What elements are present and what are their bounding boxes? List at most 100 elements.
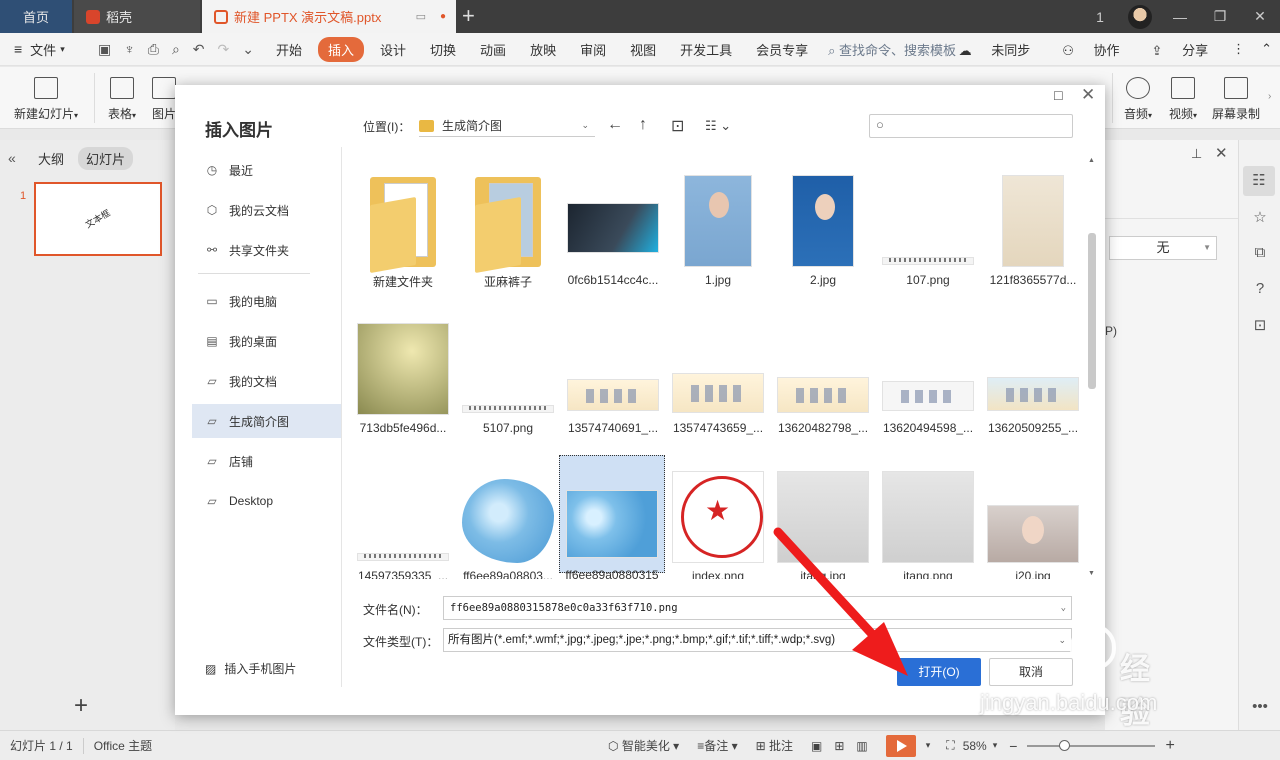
play-button[interactable] (885, 734, 916, 757)
audio-button[interactable]: 音频▾ (1118, 77, 1158, 122)
file-item[interactable]: 1.jpg (666, 161, 770, 287)
zoom-level[interactable]: 58% (963, 739, 987, 753)
zoom-out-icon[interactable]: − (1009, 738, 1017, 754)
menu-view[interactable]: 视图 (618, 40, 668, 59)
maximize-icon[interactable]: ☐ (1053, 89, 1064, 103)
file-menu[interactable]: ≡ 文件 ▾ (0, 40, 88, 59)
avatar[interactable] (1128, 4, 1152, 29)
tab-outline[interactable]: 大纲 (38, 149, 64, 168)
pin-icon[interactable]: ⊥ (1191, 146, 1202, 162)
file-item[interactable]: 13620482798_... (771, 309, 875, 435)
scroll-down-icon[interactable]: ▼ (1088, 570, 1095, 577)
place-my-documents[interactable]: ▱ 我的文档 (192, 364, 342, 398)
file-item[interactable]: ff6ee89a08803... (456, 457, 560, 579)
menu-developer[interactable]: 开发工具 (668, 40, 744, 59)
back-arrow-icon[interactable]: ← (607, 116, 623, 134)
share-button[interactable]: ⇪ 分享 (1136, 40, 1225, 59)
insert-phone-picture-button[interactable]: ▨ 插入手机图片 (205, 660, 296, 677)
print-preview-icon[interactable]: ⌕ (172, 41, 180, 58)
chevron-down-icon[interactable]: ⌄ (1058, 629, 1066, 651)
unsaved-dot-icon[interactable]: ● (440, 11, 446, 22)
ribbon-scroll-right-icon[interactable]: › (1268, 91, 1271, 102)
collapse-ribbon-icon[interactable]: ⌃ (1253, 41, 1280, 57)
notes-button[interactable]: ≡备注 ▾ (697, 737, 737, 754)
menu-start[interactable]: 开始 (264, 40, 314, 59)
menu-member[interactable]: 会员专享 (744, 40, 820, 59)
redo-icon[interactable]: ↷ (218, 41, 230, 58)
add-slide-button[interactable]: + (74, 692, 88, 720)
table-button[interactable]: 表格▾ (102, 77, 142, 122)
theme-name[interactable]: Office 主题 (94, 737, 152, 754)
properties-icon[interactable]: ☷ (1243, 166, 1275, 196)
new-folder-icon[interactable]: ⊡ (671, 116, 684, 136)
place-recent[interactable]: ◷ 最近 (192, 153, 342, 187)
place-my-desktop[interactable]: ▤ 我的桌面 (192, 324, 342, 358)
file-item[interactable]: itang.png (876, 457, 980, 579)
chevron-down-icon[interactable]: ⌄ (1061, 597, 1066, 619)
place-shop[interactable]: ▱ 店铺 (192, 444, 342, 478)
customize-icon[interactable]: ⌄ (242, 41, 254, 58)
save-icon[interactable]: ▣ (98, 41, 111, 58)
place-desktop-folder[interactable]: ▱ Desktop (192, 484, 342, 518)
reading-view-icon[interactable]: ▥ (856, 739, 867, 753)
scroll-up-icon[interactable]: ▲ (1088, 157, 1095, 164)
file-item[interactable]: 713db5fe496d... (351, 309, 455, 435)
file-item[interactable]: 0fc6b1514cc4c... (561, 161, 665, 287)
file-search-input[interactable]: ○ (869, 114, 1073, 138)
file-item[interactable]: 121f8365577d... (981, 161, 1085, 287)
pane-select[interactable]: 无 ▼ (1109, 236, 1217, 260)
cancel-button[interactable]: 取消 (989, 658, 1073, 686)
monitor-icon[interactable]: ▭ (416, 10, 426, 23)
transition-icon[interactable]: ⧉ (1250, 244, 1270, 262)
new-slide-button[interactable]: 新建幻灯片▾ (10, 77, 82, 122)
minimize-icon[interactable]: — (1160, 9, 1200, 25)
up-arrow-icon[interactable]: ↑ (639, 116, 647, 134)
print-icon[interactable]: ⎙ (148, 41, 159, 58)
format-painter-icon[interactable]: ♆ (124, 41, 135, 58)
sorter-view-icon[interactable]: ⊞ (834, 739, 844, 753)
zoom-slider[interactable] (1027, 739, 1156, 751)
video-button[interactable]: 视频▾ (1163, 77, 1203, 122)
file-item[interactable]: 13574740691_... (561, 309, 665, 435)
file-item[interactable]: index.png (666, 457, 770, 579)
normal-view-icon[interactable]: ▣ (811, 739, 822, 753)
menu-animation[interactable]: 动画 (468, 40, 518, 59)
file-item[interactable]: j20.jpg (981, 457, 1085, 579)
tab-daoke[interactable]: 稻壳 (74, 0, 200, 33)
restore-icon[interactable]: ❐ (1200, 8, 1240, 25)
new-tab-button[interactable]: + (462, 3, 475, 29)
picture-button[interactable]: 图片 (152, 77, 176, 122)
place-my-computer[interactable]: ▭ 我的电脑 (192, 284, 342, 318)
filename-input[interactable]: ff6ee89a0880315878e0c0a33f63f710.png ⌄ (443, 596, 1072, 620)
smart-beautify-button[interactable]: ⬡ 智能美化 ▾ (608, 737, 679, 754)
file-item[interactable]: 13574743659_... (666, 309, 770, 435)
open-button[interactable]: 打开(O) (897, 658, 981, 686)
slide-thumbnail[interactable]: 文本框 (34, 182, 162, 256)
tab-slides[interactable]: 幻灯片 (78, 146, 134, 170)
file-item[interactable]: 新建文件夹 (351, 161, 455, 290)
file-item[interactable]: 2.jpg (771, 161, 875, 287)
file-item[interactable]: 亚麻裤子 (456, 161, 560, 290)
menu-transition[interactable]: 切换 (418, 40, 468, 59)
comment-button[interactable]: ⊞ 批注 (756, 737, 793, 754)
filetype-select[interactable]: 所有图片(*.emf;*.wmf;*.jpg;*.jpeg;*.jpe;*.pn… (443, 628, 1072, 652)
command-search[interactable]: ⌕ 查找命令、搜索模板 (828, 40, 956, 59)
file-item[interactable]: 13620509255_... (981, 309, 1085, 435)
pane-close-icon[interactable]: ✕ (1215, 144, 1228, 162)
menu-review[interactable]: 审阅 (568, 40, 618, 59)
chevron-down-icon[interactable]: ▾ (993, 740, 998, 751)
place-shared-folder[interactable]: ⚯ 共享文件夹 (192, 233, 342, 267)
menu-insert[interactable]: 插入 (318, 36, 365, 62)
menu-design[interactable]: 设计 (368, 40, 418, 59)
zoom-in-icon[interactable]: + (1165, 737, 1174, 755)
zoom-slider-knob[interactable] (1059, 739, 1071, 751)
scrollbar-thumb[interactable] (1088, 233, 1096, 389)
file-item[interactable]: 14597359335_... (351, 457, 455, 579)
more-icon[interactable]: ⋮ (1224, 41, 1253, 57)
file-grid-scrollbar[interactable]: ▲ ▼ (1086, 157, 1098, 577)
dialog-close-icon[interactable]: ✕ (1081, 85, 1095, 105)
file-item[interactable]: 5107.png (456, 309, 560, 435)
place-generate-intro[interactable]: ▱ 生成简介图 (192, 404, 342, 438)
file-item-selected[interactable]: ff6ee89a0880315 (559, 455, 665, 579)
close-icon[interactable]: ✕ (1240, 8, 1280, 25)
